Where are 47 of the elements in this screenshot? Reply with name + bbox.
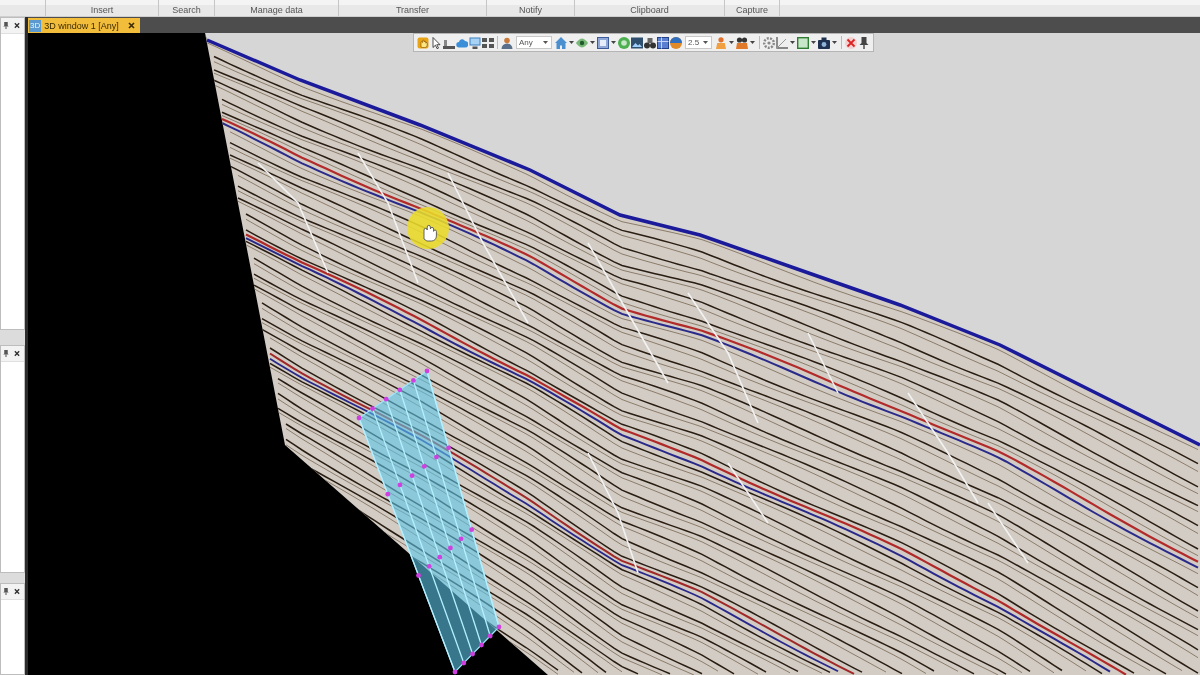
grid-icon[interactable] (482, 36, 494, 49)
close-icon[interactable] (127, 22, 135, 29)
caret-icon[interactable] (811, 41, 816, 44)
people-icon[interactable] (736, 36, 748, 49)
pin-icon[interactable] (3, 22, 9, 29)
pin-icon[interactable] (3, 588, 9, 595)
ribbon-group-label: Capture (736, 5, 768, 16)
ribbon-group-label: Insert (90, 5, 114, 16)
binoculars-icon[interactable] (644, 36, 656, 49)
pin-icon[interactable] (858, 36, 870, 49)
caret-icon[interactable] (569, 41, 574, 44)
square-icon[interactable] (797, 36, 809, 49)
dropdown[interactable]: Any (516, 36, 552, 49)
ribbon-group-label: Transfer (395, 5, 430, 16)
caret-icon[interactable] (832, 41, 837, 44)
caret-icon[interactable] (611, 41, 616, 44)
sphere-icon[interactable] (670, 36, 682, 49)
view-type-badge: 3D (29, 19, 42, 32)
window-icon[interactable] (597, 36, 609, 49)
caret-icon[interactable] (543, 41, 548, 44)
monitor-icon[interactable] (469, 36, 481, 49)
cube-icon[interactable] (657, 36, 669, 49)
eye-icon[interactable] (576, 36, 588, 49)
close-icon[interactable] (14, 350, 20, 357)
caret-icon[interactable] (703, 41, 708, 44)
caret-icon[interactable] (590, 41, 595, 44)
ribbon-group-label: Notify (519, 5, 542, 16)
cloud-icon[interactable] (456, 36, 468, 49)
hand-icon[interactable] (417, 36, 429, 49)
caret-icon[interactable] (729, 41, 734, 44)
hand-cursor-icon (407, 207, 449, 249)
ribbon-group-label: Manage data (250, 5, 303, 16)
caret-icon[interactable] (750, 41, 755, 44)
dropdown[interactable]: 2.5 (685, 36, 712, 49)
ribbon-group-label: Clipboard (630, 5, 669, 16)
close-icon[interactable] (14, 588, 20, 595)
caret-icon[interactable] (790, 41, 795, 44)
ribbon-group-label: Search (172, 5, 201, 16)
pin-icon[interactable] (3, 350, 9, 357)
close-icon[interactable] (14, 22, 20, 29)
person-icon[interactable] (501, 36, 513, 49)
image-icon[interactable] (631, 36, 643, 49)
gear-icon[interactable] (763, 36, 775, 49)
camera-icon[interactable] (818, 36, 830, 49)
pointer-icon[interactable] (430, 36, 442, 49)
view-tab[interactable]: 3D 3D window 1 [Any] (28, 18, 140, 33)
cross-icon[interactable] (845, 36, 857, 49)
